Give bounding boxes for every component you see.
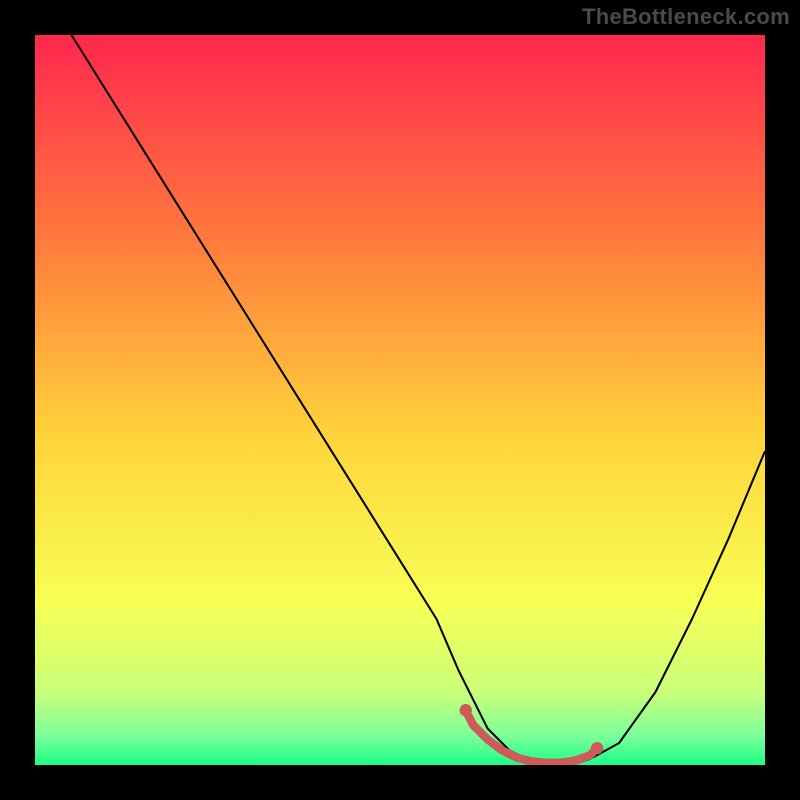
optimal-range-end-dot	[591, 742, 603, 754]
optimal-range-start-dot	[459, 704, 471, 716]
chart-svg	[35, 35, 765, 765]
plot-area	[35, 35, 765, 765]
chart-frame: TheBottleneck.com	[0, 0, 800, 800]
gradient-background	[35, 35, 765, 765]
watermark-text: TheBottleneck.com	[582, 4, 790, 30]
